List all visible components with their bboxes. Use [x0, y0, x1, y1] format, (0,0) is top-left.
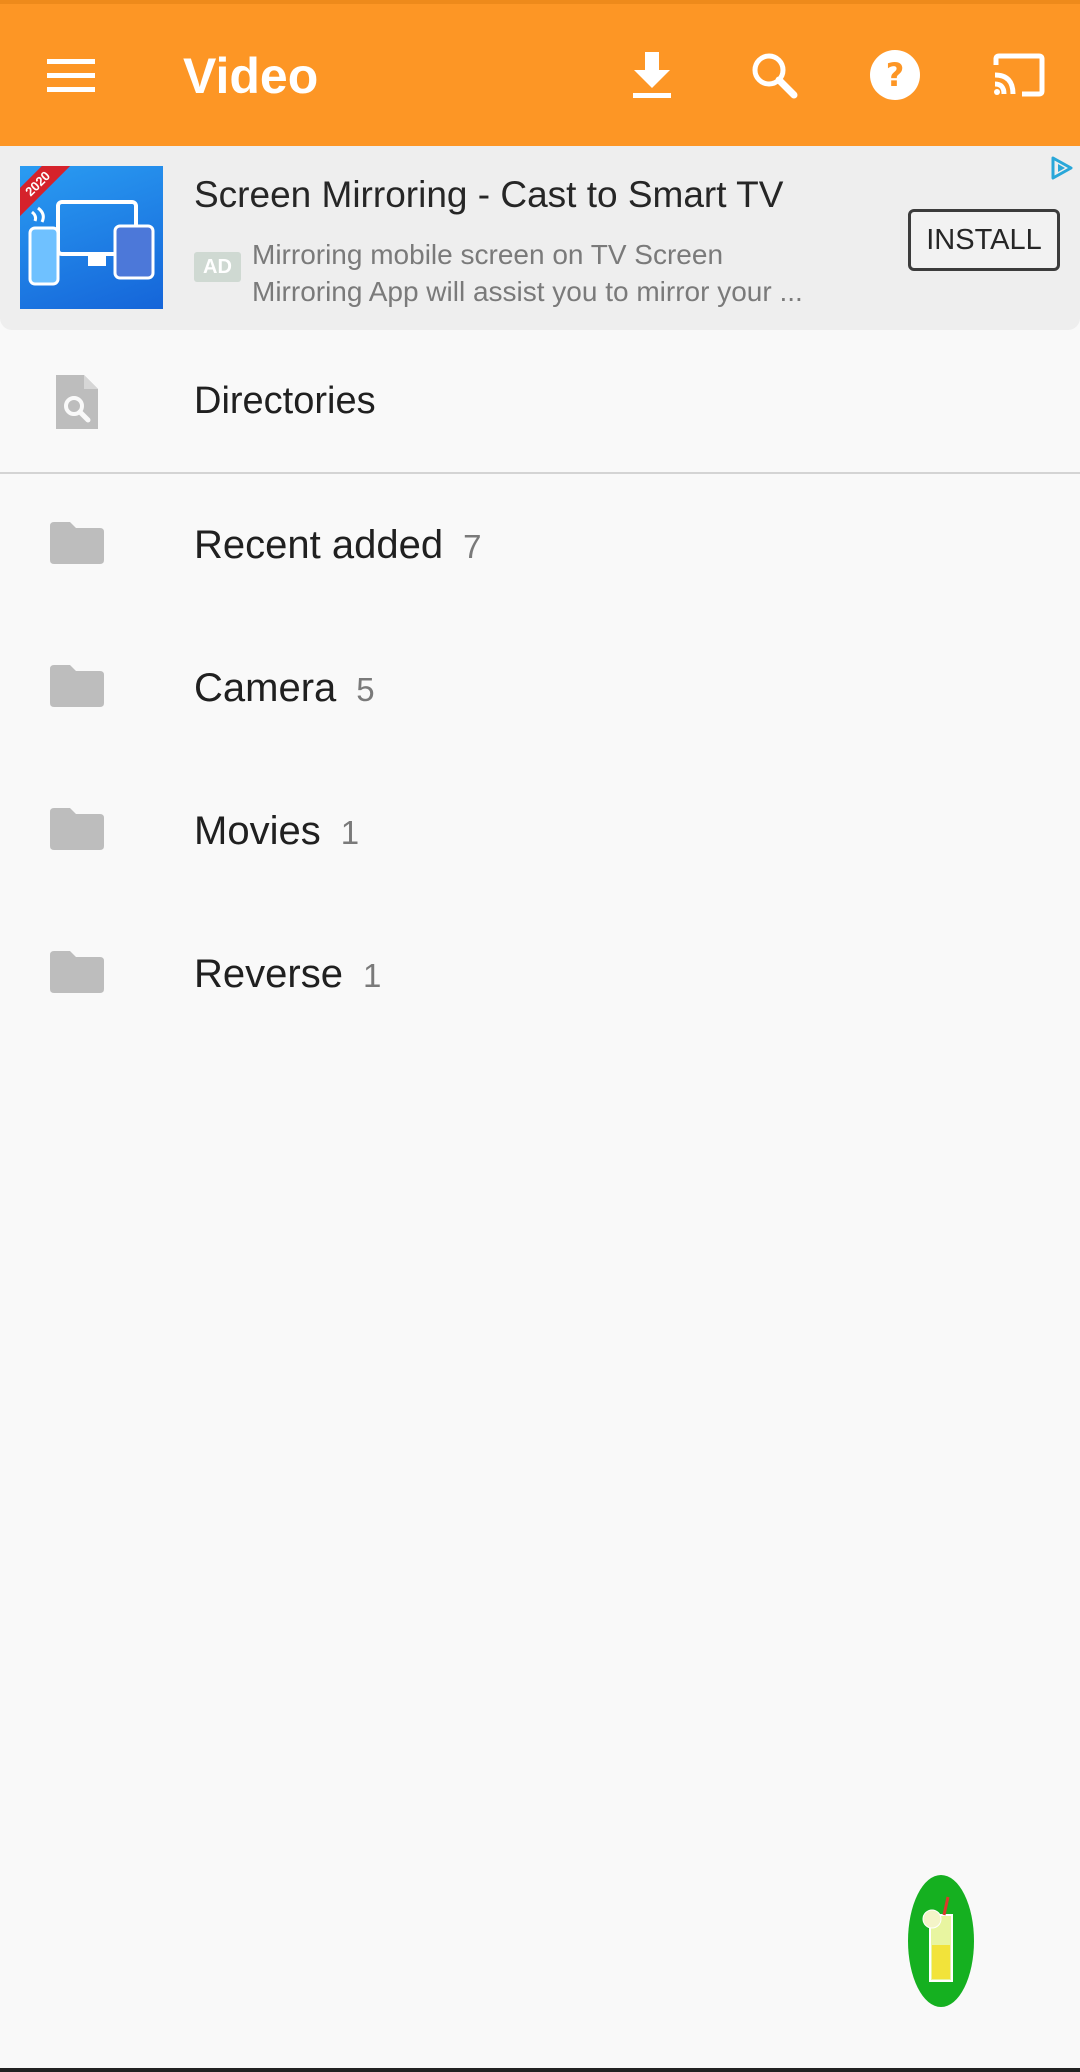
ad-description-line-1: Mirroring mobile screen on TV Screen: [252, 239, 724, 270]
ad-banner[interactable]: 2020 Screen Mirroring - Cast to Smart TV…: [0, 146, 1080, 330]
folder-name: Recent added 7: [194, 523, 482, 567]
ad-thumbnail: 2020: [20, 166, 163, 309]
folder-name: Movies 1: [194, 809, 360, 853]
app-bar: Video ?: [0, 4, 1080, 146]
folder-row-recent-added[interactable]: Recent added 7: [0, 475, 1080, 618]
menu-icon[interactable]: [27, 4, 117, 146]
help-icon[interactable]: ?: [850, 4, 940, 146]
svg-text:?: ?: [886, 56, 905, 94]
cast-icon[interactable]: [974, 4, 1064, 146]
folder-count: 1: [340, 814, 360, 851]
floating-action-button[interactable]: [908, 1875, 974, 2007]
ad-title[interactable]: Screen Mirroring - Cast to Smart TV: [194, 174, 783, 216]
folder-count: 1: [362, 957, 382, 994]
install-button[interactable]: INSTALL: [908, 209, 1060, 271]
divider: [0, 472, 1080, 474]
directories-row[interactable]: Directories: [0, 335, 1080, 472]
download-icon[interactable]: [607, 4, 697, 146]
folder-count: 7: [463, 528, 482, 565]
drink-icon: [922, 1896, 953, 1982]
devices-icon: [28, 200, 155, 286]
directories-label: Directories: [194, 380, 376, 422]
ad-badge: AD: [194, 252, 241, 282]
navigation-bar-edge: [0, 2068, 1080, 2072]
folder-row-reverse[interactable]: Reverse 1: [0, 904, 1080, 1047]
folder-count: 5: [356, 671, 375, 708]
ad-description: Mirroring mobile screen on TV Screen Mir…: [252, 236, 882, 310]
folder-name: Camera 5: [194, 666, 375, 710]
folder-icon: [50, 665, 104, 712]
folder-icon: [50, 522, 104, 569]
page-title: Video: [183, 48, 319, 104]
folder-row-movies[interactable]: Movies 1: [0, 761, 1080, 904]
folder-row-camera[interactable]: Camera 5: [0, 618, 1080, 761]
folder-icon: [50, 951, 104, 998]
adchoices-icon[interactable]: [1046, 154, 1076, 182]
folder-name: Reverse 1: [194, 952, 382, 996]
folder-icon: [50, 808, 104, 855]
search-icon[interactable]: [729, 4, 819, 146]
file-search-icon: [50, 375, 104, 436]
ad-description-line-2: Mirroring App will assist you to mirror …: [252, 276, 803, 307]
